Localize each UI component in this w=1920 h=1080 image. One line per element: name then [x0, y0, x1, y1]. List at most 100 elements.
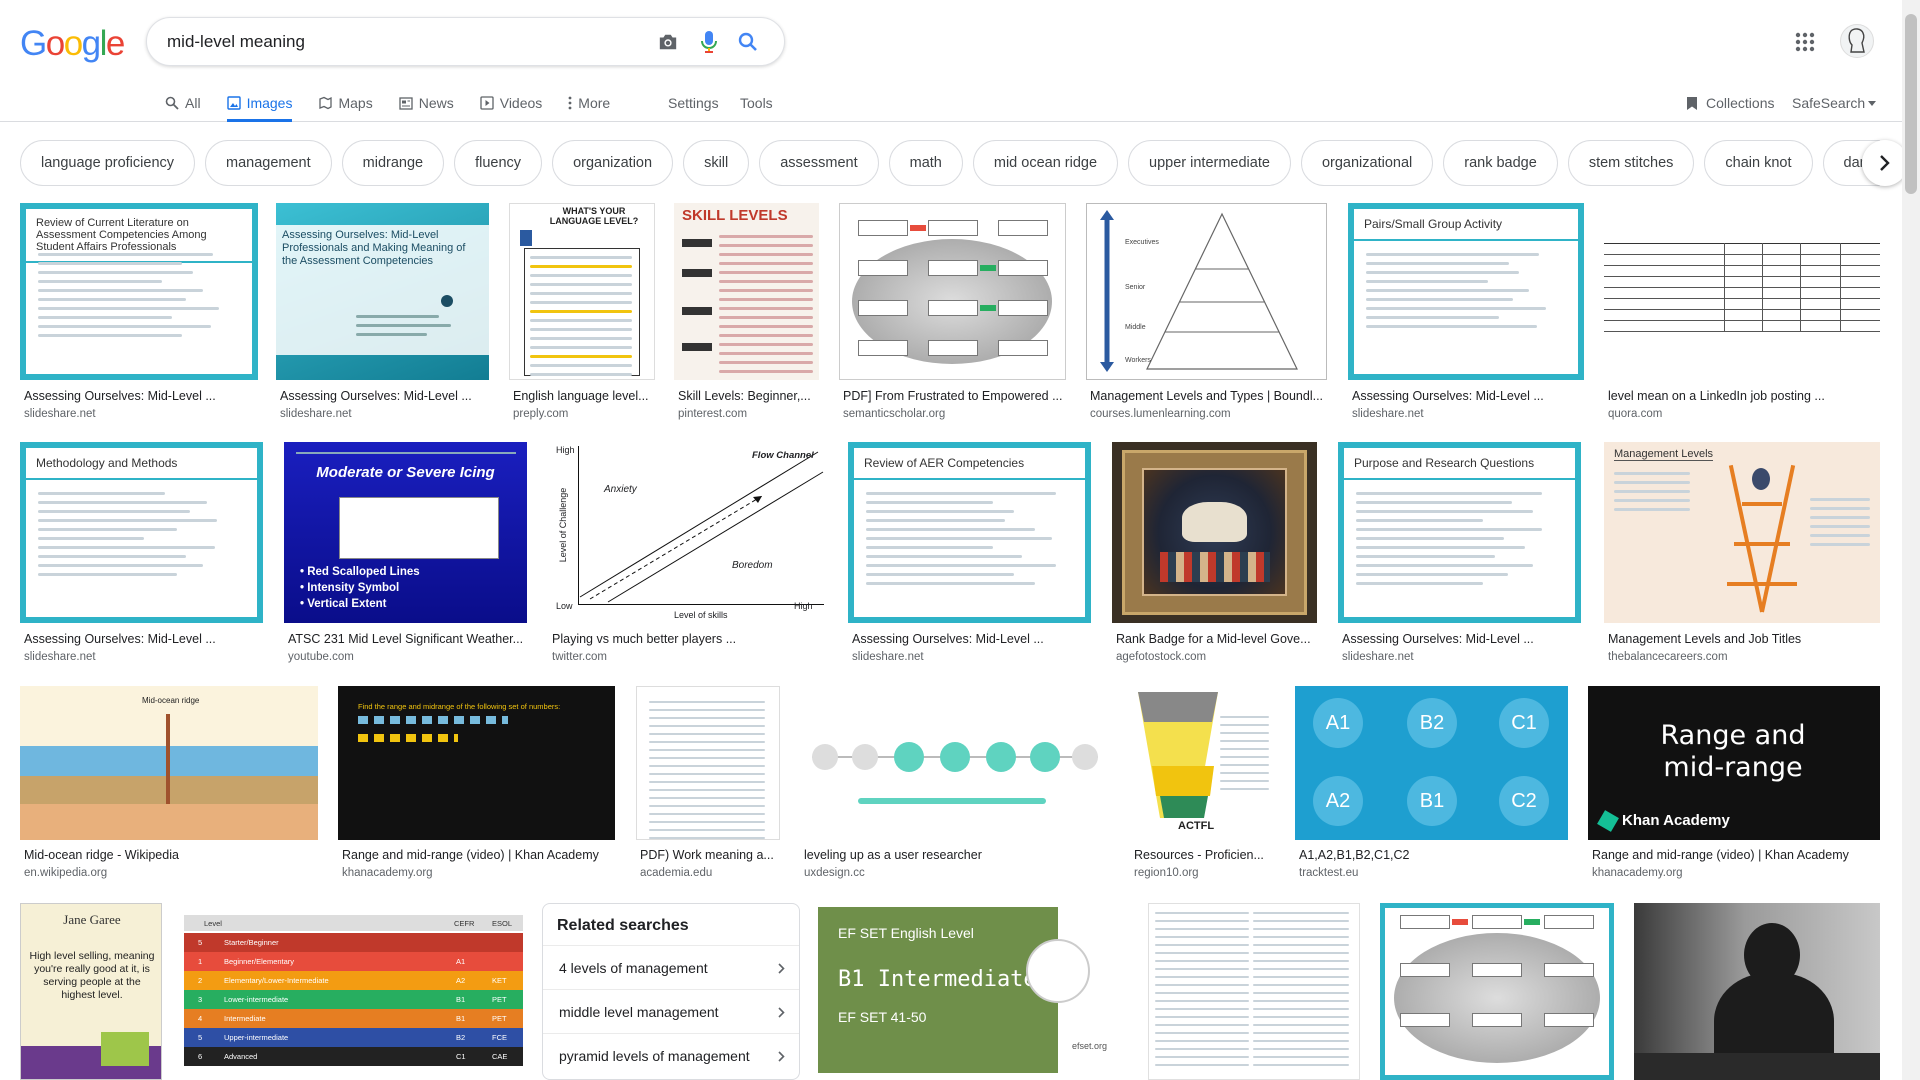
- tab-images[interactable]: Images: [226, 86, 293, 122]
- result-thumbnail: Moderate or Severe Icing • Red Scalloped…: [284, 442, 527, 623]
- slide-title: Purpose and Research Questions: [1344, 448, 1575, 480]
- result-source: quora.com: [1608, 408, 1663, 420]
- image-result[interactable]: [1634, 903, 1880, 1080]
- chip[interactable]: organizational: [1300, 140, 1434, 186]
- slide-title: Find the range and midrange of the follo…: [358, 702, 561, 711]
- image-result[interactable]: Range and mid-range Khan Academy Range a…: [1588, 686, 1880, 886]
- image-result[interactable]: Moderate or Severe Icing • Red Scalloped…: [284, 442, 527, 666]
- camera-icon[interactable]: [655, 29, 681, 55]
- chip[interactable]: rank badge: [1443, 140, 1558, 186]
- tab-more[interactable]: More: [568, 86, 610, 120]
- tab-all[interactable]: All: [165, 86, 201, 120]
- image-result[interactable]: Pairs/Small Group Activity Assessing Our…: [1348, 203, 1584, 423]
- result-title: Range and mid-range (video) | Khan Acade…: [1592, 848, 1849, 862]
- play-icon: [480, 96, 494, 110]
- logo-letter: e: [105, 24, 125, 63]
- result-source: youtube.com: [288, 651, 354, 663]
- result-title: PDF) Work meaning a...: [640, 848, 774, 862]
- tab-news[interactable]: News: [399, 86, 454, 120]
- slide-title: Methodology and Methods: [26, 448, 257, 480]
- image-result[interactable]: Mid-ocean ridge Mid-ocean ridge - Wikipe…: [20, 686, 318, 886]
- chip[interactable]: stem stitches: [1567, 140, 1695, 186]
- result-thumbnail: ACTFL: [1130, 686, 1275, 840]
- slide-bullet: • Intensity Symbol: [300, 582, 400, 594]
- image-result[interactable]: PDF] From Frustrated to Empowered ... se…: [839, 203, 1066, 423]
- result-thumbnail: Level CEFR ESOL 5 Starter/Beginner 1 Begin…: [184, 903, 523, 1080]
- result-source: slideshare.net: [1342, 651, 1414, 663]
- image-result[interactable]: WHAT'S YOUR LANGUAGE LEVEL? English lang…: [509, 203, 655, 423]
- logo-letter: g: [81, 24, 101, 63]
- result-title: Assessing Ourselves: Mid-Level ...: [1342, 632, 1534, 646]
- chip[interactable]: fluency: [454, 140, 543, 186]
- image-result[interactable]: Executives Senior Middle Workers Managem…: [1086, 203, 1327, 423]
- table-row: 4 Intermediate B1 PET: [184, 1009, 523, 1028]
- apps-grid-icon[interactable]: [1795, 32, 1817, 54]
- image-result[interactable]: A1 B2 C1 A2 B1 C2 A1,A2,B1,B2,C1,C2 trac…: [1295, 686, 1568, 886]
- slide-title: Mid-ocean ridge: [142, 696, 200, 705]
- slide-quote: High level selling, meaning you're reall…: [29, 950, 155, 1001]
- chip[interactable]: upper intermediate: [1128, 140, 1291, 186]
- image-result[interactable]: EF SET English Level B1 Intermediate EF …: [818, 903, 1130, 1080]
- chip[interactable]: midrange: [341, 140, 445, 186]
- image-result[interactable]: PDF) Work meaning a... academia.edu: [636, 686, 780, 886]
- image-result[interactable]: Level CEFR ESOL 5 Starter/Beginner 1 Begin…: [184, 903, 523, 1080]
- scrollbar-thumb[interactable]: [1905, 14, 1917, 194]
- search-input[interactable]: [167, 30, 627, 54]
- collections-link[interactable]: Collections: [1686, 86, 1774, 120]
- chip[interactable]: skill: [683, 140, 750, 186]
- level-badge: A1: [1313, 698, 1363, 748]
- result-thumbnail: [839, 203, 1066, 380]
- related-search-item[interactable]: pyramid levels of management: [543, 1033, 799, 1077]
- image-result[interactable]: [1148, 903, 1360, 1080]
- image-result[interactable]: High Low High Flow Channel Anxiety Bored…: [548, 442, 827, 666]
- image-result[interactable]: Management Levels Management Levels and …: [1604, 442, 1880, 666]
- related-searches-panel: Related searches 4 levels of management …: [542, 903, 800, 1080]
- kebab-icon: [568, 96, 572, 110]
- result-thumbnail: Jane Garee High level selling, meaning y…: [20, 903, 162, 1080]
- result-title: Skill Levels: Beginner,...: [678, 389, 811, 403]
- slide-bullet: • Red Scalloped Lines: [300, 566, 420, 578]
- chip[interactable]: organization: [552, 140, 674, 186]
- image-result[interactable]: Methodology and Methods Assessing Oursel…: [20, 442, 263, 666]
- tools-link[interactable]: Tools: [740, 86, 773, 120]
- related-search-item[interactable]: middle level management: [543, 989, 799, 1033]
- image-result[interactable]: [1380, 903, 1614, 1080]
- image-result[interactable]: Rank Badge for a Mid-level Gove... agefo…: [1112, 442, 1317, 666]
- settings-link[interactable]: Settings: [668, 86, 719, 120]
- microphone-icon[interactable]: [696, 29, 722, 55]
- account-avatar[interactable]: [1840, 24, 1874, 58]
- search-icon[interactable]: [735, 29, 761, 55]
- slide-title: Jane Garee: [63, 912, 121, 927]
- image-result[interactable]: Review of AER Competencies Assessing Our…: [848, 442, 1091, 666]
- image-result[interactable]: SKILL LEVELS Skill Levels: Beginner,... …: [674, 203, 819, 423]
- chip[interactable]: chain knot: [1704, 140, 1813, 186]
- result-source: khanacademy.org: [1592, 867, 1683, 879]
- tab-label: All: [185, 95, 201, 111]
- result-source: academia.edu: [640, 867, 713, 879]
- level-badge: A2: [1313, 776, 1363, 826]
- tab-videos[interactable]: Videos: [480, 86, 542, 120]
- collections-label: Collections: [1706, 95, 1775, 111]
- related-search-item[interactable]: 4 levels of management: [543, 945, 799, 989]
- image-result[interactable]: Purpose and Research Questions Assessing…: [1338, 442, 1581, 666]
- google-logo[interactable]: Google: [20, 24, 125, 64]
- chip[interactable]: mid ocean ridge: [972, 140, 1119, 186]
- image-result[interactable]: Assessing Ourselves: Mid-Level Professio…: [276, 203, 489, 423]
- site-label: efset.org: [1072, 1041, 1108, 1051]
- chip[interactable]: assessment: [759, 140, 879, 186]
- image-result[interactable]: Review of Current Literature on Assessme…: [20, 203, 258, 423]
- image-result[interactable]: Jane Garee High level selling, meaning y…: [20, 903, 162, 1080]
- tab-maps[interactable]: Maps: [318, 86, 373, 120]
- chip[interactable]: math: [888, 140, 963, 186]
- safesearch-dropdown[interactable]: SafeSearch: [1792, 86, 1877, 120]
- image-result[interactable]: level mean on a LinkedIn job posting ...…: [1604, 203, 1880, 423]
- page-scrollbar[interactable]: [1902, 0, 1920, 1080]
- chip[interactable]: management: [205, 140, 332, 186]
- image-result[interactable]: Find the range and midrange of the follo…: [338, 686, 615, 886]
- result-title: Assessing Ourselves: Mid-Level ...: [24, 632, 216, 646]
- result-title: Assessing Ourselves: Mid-Level ...: [852, 632, 1044, 646]
- image-result[interactable]: ACTFL Resources - Proficien... region10.…: [1130, 686, 1275, 886]
- chip[interactable]: language proficiency: [20, 140, 196, 186]
- result-title: Management Levels and Job Titles: [1608, 632, 1802, 646]
- image-result[interactable]: leveling up as a user researcher uxdesig…: [800, 686, 1110, 886]
